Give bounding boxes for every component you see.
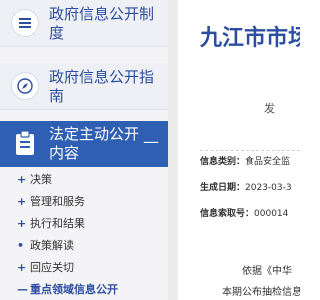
nav-item-label: 政府信息公开制度 <box>49 5 155 42</box>
nav-item-label: 政府信息公开指南 <box>49 68 155 105</box>
page-title: 九江市市场 <box>200 26 300 51</box>
collapse-icon: — <box>17 283 28 296</box>
main-content: 九江市市场 发 信息类别：食品安全监 生成日期：2023-03-3 信息索取号：… <box>178 0 300 300</box>
meta-value: 2023-03-3 <box>245 183 292 193</box>
sidebar: 政府信息公开制度 政府信息公开指南 法定主动公开内容 — + 决策 + 管理和服务 … <box>0 0 168 300</box>
compass-icon <box>11 72 39 100</box>
nav-item-label: 法定主动公开内容 <box>49 125 140 162</box>
publisher-fragment: 发 <box>264 102 275 115</box>
nav-item-disclosure-guide[interactable]: 政府信息公开指南 <box>0 63 168 110</box>
nav-item-disclosure-system[interactable]: 政府信息公开制度 <box>0 0 168 47</box>
list-icon <box>11 9 39 37</box>
sub-nav-item-policy-interpretation[interactable]: • 政策解读 <box>0 235 168 257</box>
sub-nav-item-decision[interactable]: + 决策 <box>0 169 168 191</box>
expand-icon: + <box>17 217 27 230</box>
document-icon <box>16 130 34 155</box>
meta-key: 信息索取号： <box>200 209 255 219</box>
meta-value: 食品安全监 <box>245 157 291 167</box>
sub-nav-label: 政策解读 <box>30 239 74 252</box>
expand-icon: + <box>17 195 27 208</box>
sub-nav-label: 重点领域信息公开 <box>30 283 118 296</box>
meta-info: 信息类别：食品安全监 生成日期：2023-03-3 信息索取号：000014 <box>200 150 300 225</box>
meta-date: 生成日期：2023-03-3 <box>200 177 300 199</box>
meta-category: 信息类别：食品安全监 <box>200 151 300 173</box>
meta-value: 000014 <box>254 209 289 219</box>
sub-nav-label: 回应关切 <box>30 261 74 274</box>
collapse-toggle[interactable]: — <box>143 134 159 150</box>
nav-item-mandatory-disclosure[interactable]: 法定主动公开内容 — <box>0 121 168 167</box>
sub-nav-item-key-areas[interactable]: — 重点领域信息公开 <box>0 279 168 300</box>
column-divider <box>168 0 178 300</box>
body-text-line: 本期公布抽检信息 <box>222 287 300 298</box>
body-text-line: 依据《中华 <box>242 266 292 277</box>
sub-nav-label: 执行和结果 <box>30 217 85 230</box>
sub-nav-label: 管理和服务 <box>30 195 85 208</box>
expand-icon: + <box>17 173 27 186</box>
meta-key: 生成日期： <box>200 183 246 193</box>
sub-nav-item-management[interactable]: + 管理和服务 <box>0 191 168 213</box>
expand-icon: + <box>17 261 27 274</box>
sub-nav-list: + 决策 + 管理和服务 + 执行和结果 • 政策解读 + 回应关切 — 重点领域信息公开 <box>0 169 168 300</box>
meta-index: 信息索取号：000014 <box>200 203 300 225</box>
sub-nav-item-response[interactable]: + 回应关切 <box>0 257 168 279</box>
meta-key: 信息类别： <box>200 157 246 167</box>
sub-nav-item-execution[interactable]: + 执行和结果 <box>0 213 168 235</box>
bullet-icon: • <box>17 239 25 252</box>
sub-nav-label: 决策 <box>30 173 52 186</box>
